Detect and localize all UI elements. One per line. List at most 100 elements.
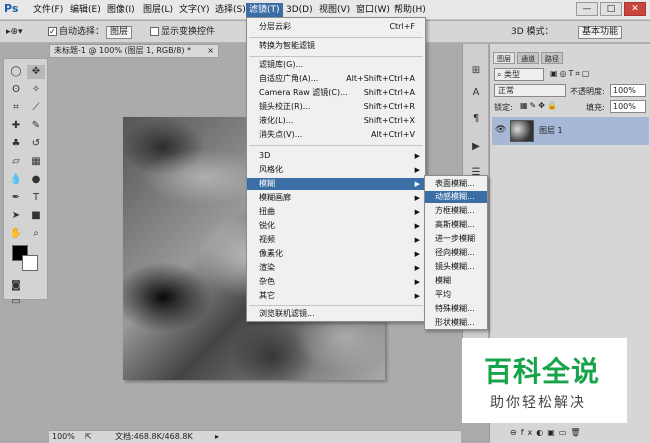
- history-panel-icon[interactable]: ⊞: [467, 64, 485, 78]
- zoom-tool-icon[interactable]: ⌕: [27, 227, 45, 241]
- layer-bottom-icons[interactable]: ⊖fx◐▣▭🗑: [510, 428, 585, 437]
- menu-item-smart-filter[interactable]: 转换为智能滤镜: [247, 40, 425, 52]
- opacity-input[interactable]: 100%: [610, 84, 646, 97]
- tab-paths[interactable]: 路径: [541, 52, 563, 64]
- menu-item-average[interactable]: 平均: [425, 289, 487, 301]
- menu-item-surface-blur[interactable]: 表面模糊...: [425, 178, 487, 190]
- lock-icons[interactable]: ▦✎✥🔒: [520, 101, 559, 110]
- submenu-blur[interactable]: 模糊 ▶: [247, 178, 425, 190]
- menu-item-adaptive-wide-angle[interactable]: 自适应广角(A)... Alt+Shift+Ctrl+A: [247, 73, 425, 85]
- menu-item-clouds[interactable]: 分层云彩 Ctrl+F: [247, 21, 425, 33]
- type-tool-icon[interactable]: T: [27, 191, 45, 205]
- workspace-dropdown[interactable]: 基本功能: [578, 25, 623, 39]
- hand-tool-icon[interactable]: ✋: [7, 227, 25, 241]
- lasso-tool-icon[interactable]: ʘ: [7, 83, 25, 97]
- clone-stamp-icon[interactable]: ♣: [7, 137, 25, 151]
- move-tool-icon[interactable]: ✥: [27, 65, 45, 79]
- menu-layer[interactable]: 图层(L): [140, 3, 176, 17]
- dodge-tool-icon[interactable]: ●: [27, 173, 45, 187]
- menu-edit[interactable]: 编辑(E): [67, 3, 104, 17]
- layer-name[interactable]: 图层 1: [539, 125, 563, 136]
- menu-item-lens-blur[interactable]: 镜头模糊...: [425, 261, 487, 273]
- fill-input[interactable]: 100%: [610, 100, 646, 113]
- auto-select-dropdown[interactable]: 图层: [106, 25, 133, 39]
- submenu-pixelate[interactable]: 像素化 ▶: [247, 248, 425, 260]
- menu-item-blur[interactable]: 模糊: [425, 275, 487, 287]
- tab-layers[interactable]: 图层: [493, 52, 515, 64]
- show-transform-checkbox[interactable]: 显示变换控件: [150, 25, 215, 39]
- zoom-level[interactable]: 100%: [52, 431, 75, 443]
- menu-item-filter-gallery[interactable]: 滤镜库(G)...: [247, 59, 425, 71]
- menu-item-motion-blur[interactable]: 动感模糊...: [425, 191, 487, 203]
- menu-3d[interactable]: 3D(D): [283, 3, 316, 17]
- path-select-icon[interactable]: ➤: [7, 209, 25, 223]
- submenu-blur-gallery[interactable]: 模糊画廊 ▶: [247, 192, 425, 204]
- menu-view[interactable]: 视图(V): [316, 3, 353, 17]
- submenu-distort[interactable]: 扭曲 ▶: [247, 206, 425, 218]
- submenu-video[interactable]: 视频 ▶: [247, 234, 425, 246]
- character-panel-icon[interactable]: A: [467, 86, 485, 100]
- menu-item-lens-correction[interactable]: 镜头校正(R)... Shift+Ctrl+R: [247, 101, 425, 113]
- screen-mode-icon[interactable]: ▭: [7, 295, 25, 309]
- blur-tool-icon[interactable]: 💧: [7, 173, 25, 187]
- submenu-sharpen[interactable]: 锐化 ▶: [247, 220, 425, 232]
- menu-filter[interactable]: 滤镜(T): [246, 3, 283, 17]
- magic-wand-icon[interactable]: ✧: [27, 83, 45, 97]
- menu-file[interactable]: 文件(F): [30, 3, 66, 17]
- eraser-icon[interactable]: ▱: [7, 155, 25, 169]
- layer-row[interactable]: 👁 图层 1: [492, 117, 649, 145]
- submenu-3d[interactable]: 3D ▶: [247, 150, 425, 162]
- menu-item-vanishing-point[interactable]: 消失点(V)... Alt+Ctrl+V: [247, 129, 425, 141]
- actions-panel-icon[interactable]: ▶: [467, 140, 485, 154]
- menu-item-box-blur[interactable]: 方框模糊...: [425, 205, 487, 217]
- document-tab[interactable]: 未标题-1 @ 100% (图层 1, RGB/8) * ×: [49, 44, 219, 58]
- maximize-button[interactable]: □: [600, 2, 622, 16]
- background-color-swatch[interactable]: [22, 255, 38, 271]
- marquee-tool-icon[interactable]: ◯: [7, 65, 25, 79]
- show-transform-check[interactable]: [150, 27, 159, 36]
- export-icon[interactable]: ⇱: [85, 431, 92, 443]
- brush-tool-icon[interactable]: ✎: [27, 119, 45, 133]
- menu-item-blur-more[interactable]: 进一步模糊: [425, 233, 487, 245]
- paragraph-panel-icon[interactable]: ¶: [467, 112, 485, 126]
- submenu-other[interactable]: 其它 ▶: [247, 290, 425, 302]
- visibility-eye-icon[interactable]: 👁: [495, 125, 506, 135]
- layer-filter-icons[interactable]: ▣◎T⌗▢: [550, 69, 592, 79]
- menu-image[interactable]: 图像(I): [104, 3, 138, 17]
- menu-help[interactable]: 帮助(H): [391, 3, 429, 17]
- menu-window[interactable]: 窗口(W): [353, 3, 393, 17]
- eyedropper-icon[interactable]: ⟋: [27, 101, 45, 115]
- auto-select-checkbox[interactable]: 自动选择：: [48, 25, 104, 39]
- tab-channels[interactable]: 通道: [517, 52, 539, 64]
- submenu-stylize[interactable]: 风格化 ▶: [247, 164, 425, 176]
- menu-item-radial-blur[interactable]: 径向模糊...: [425, 247, 487, 259]
- kind-filter-dropdown[interactable]: ⌕ 类型: [494, 68, 544, 81]
- crop-tool-icon[interactable]: ⌗: [7, 101, 25, 115]
- minimize-button[interactable]: —: [576, 2, 598, 16]
- gradient-tool-icon[interactable]: ▦: [27, 155, 45, 169]
- submenu-noise[interactable]: 杂色 ▶: [247, 276, 425, 288]
- menu-item-browse-online[interactable]: 浏览联机滤镜...: [247, 308, 425, 320]
- status-arrow-icon[interactable]: ▸: [215, 431, 219, 443]
- menu-type[interactable]: 文字(Y): [176, 3, 213, 17]
- menu-item-camera-raw[interactable]: Camera Raw 滤镜(C)... Shift+Ctrl+A: [247, 87, 425, 99]
- history-brush-icon[interactable]: ↺: [27, 137, 45, 151]
- menu-item-shape-blur[interactable]: 形状模糊...: [425, 317, 487, 329]
- shape-tool-icon[interactable]: ■: [27, 209, 45, 223]
- auto-select-value[interactable]: 图层: [106, 26, 133, 39]
- menu-item-liquify[interactable]: 液化(L)... Shift+Ctrl+X: [247, 115, 425, 127]
- show-transform-label: 显示变换控件: [161, 27, 216, 37]
- menu-select[interactable]: 选择(S): [212, 3, 249, 17]
- auto-select-check[interactable]: [48, 27, 57, 36]
- blend-mode-dropdown[interactable]: 正常: [494, 84, 566, 97]
- move-tool-preset-icon[interactable]: ▸⊕▾: [6, 25, 23, 39]
- pen-tool-icon[interactable]: ✒: [7, 191, 25, 205]
- close-tab-icon[interactable]: ×: [207, 45, 214, 57]
- workspace-value[interactable]: 基本功能: [578, 26, 623, 39]
- quick-mask-icon[interactable]: ◙: [7, 279, 25, 293]
- healing-brush-icon[interactable]: ✚: [7, 119, 25, 133]
- submenu-render[interactable]: 渲染 ▶: [247, 262, 425, 274]
- menu-item-gaussian-blur[interactable]: 高斯模糊...: [425, 219, 487, 231]
- menu-item-smart-blur[interactable]: 特殊模糊...: [425, 303, 487, 315]
- close-button[interactable]: ✕: [624, 2, 646, 16]
